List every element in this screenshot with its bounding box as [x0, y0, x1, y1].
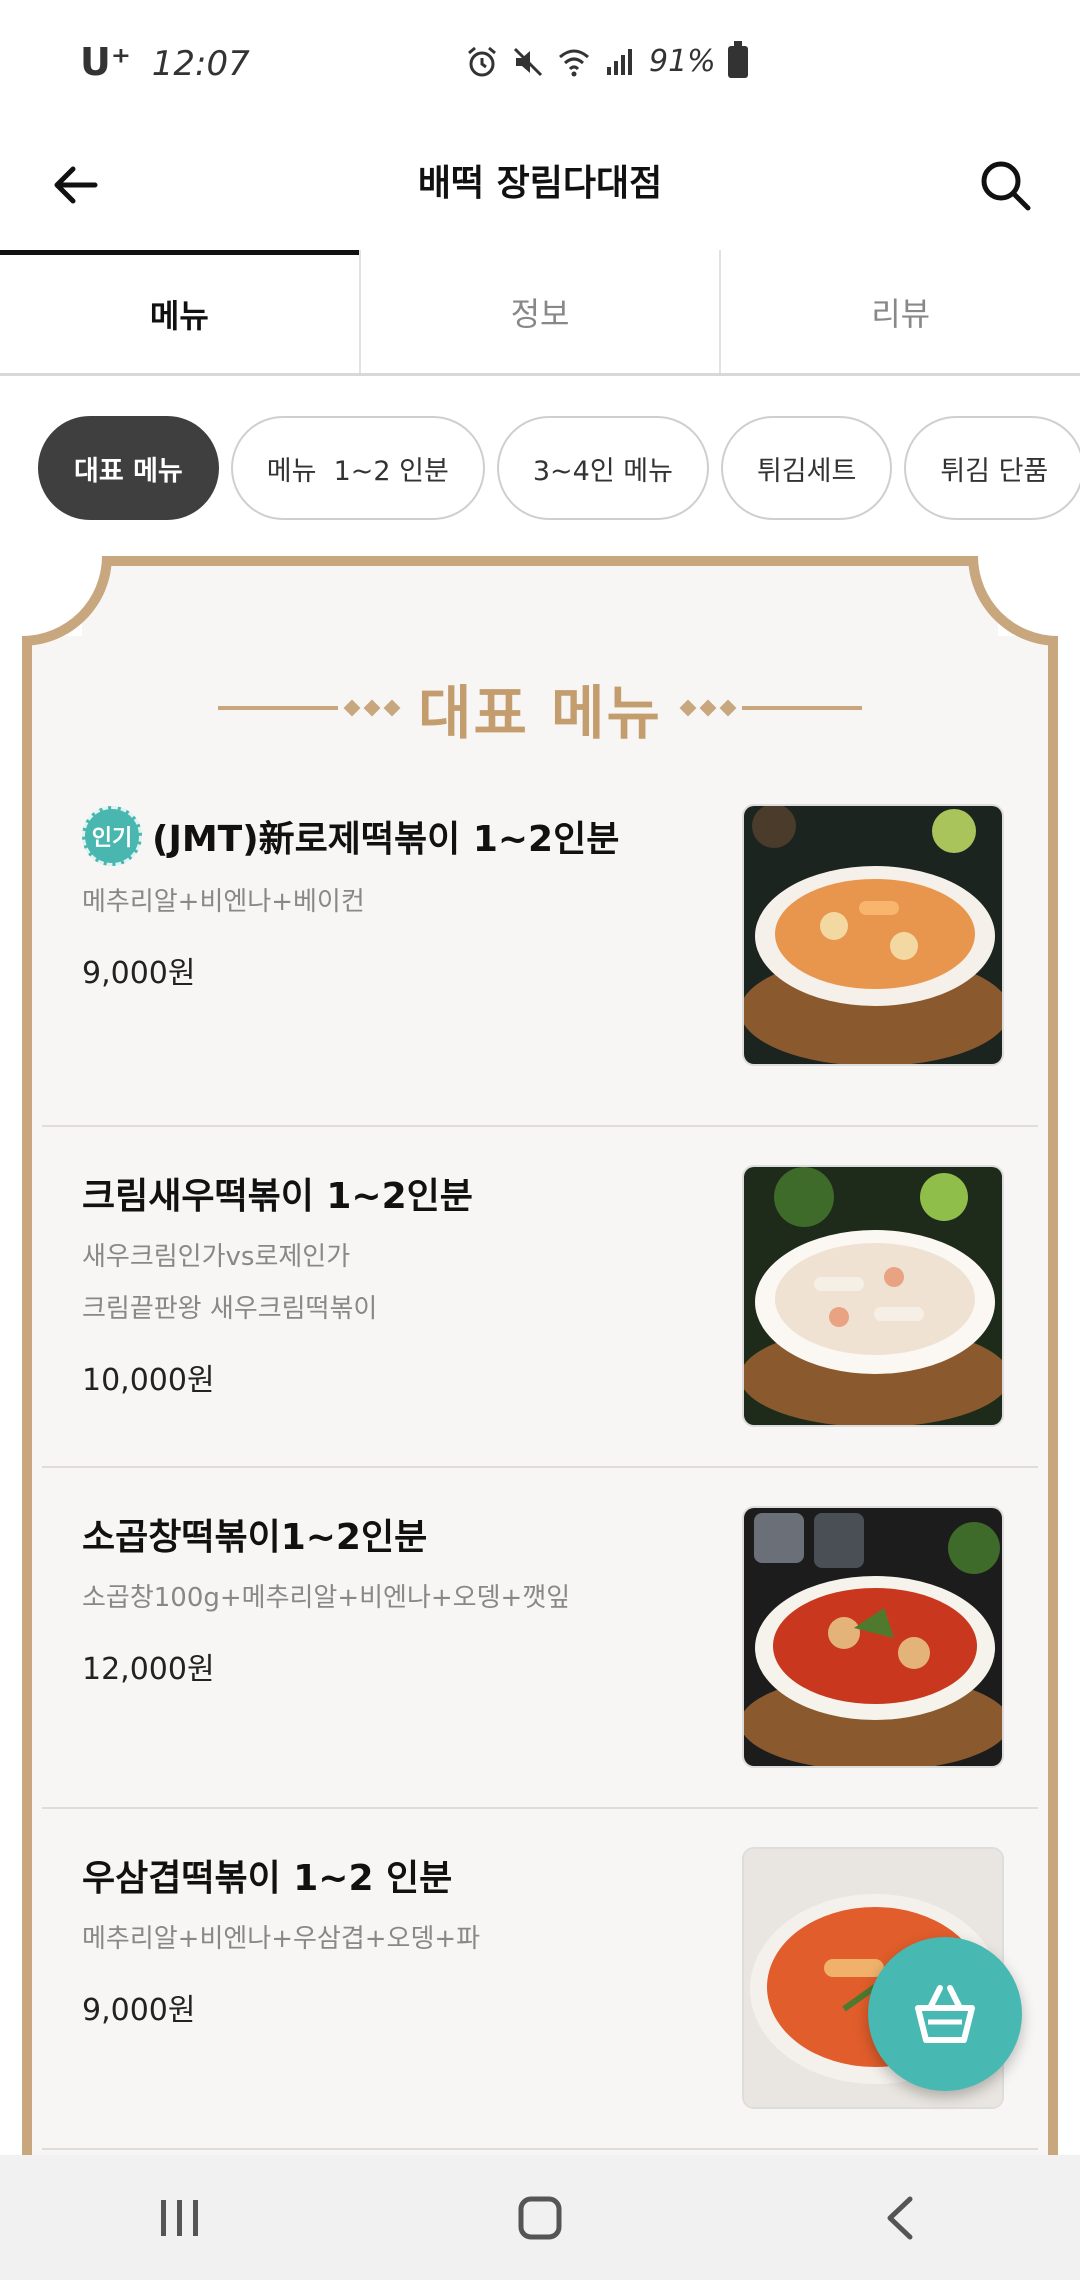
chevron-left-icon [887, 2196, 913, 2239]
cart-button[interactable] [868, 1937, 1022, 2091]
recent-apps-icon [161, 2199, 198, 2236]
chip-menu-3-4[interactable]: 3~4인 메뉴 [496, 416, 709, 520]
home-icon [518, 2196, 562, 2239]
menu-item-price: 9,000원 [82, 956, 196, 991]
chip-menu-1-2[interactable]: 메뉴 1~2 인분 [230, 416, 485, 520]
menu-item-list: 인기 (JMT)新로제떡볶이 1~2인분 메추리알+비엔나+베이컨 9,000원 [42, 786, 1038, 2150]
carrier-label: U⁺ [80, 40, 131, 84]
tab-menu[interactable]: 메뉴 [0, 250, 359, 373]
page-title: 배떡 장림다대점 [417, 163, 663, 204]
menu-item-desc-line: 새우크림인가vs로제인가 [82, 1242, 351, 1272]
mute-icon [511, 45, 545, 79]
clock: 12:07 [151, 44, 250, 84]
menu-item-title: 크림새우떡볶이 1~2인분 [82, 1176, 473, 1217]
category-chips: 대표 메뉴 메뉴 1~2 인분 3~4인 메뉴 튀김세트 튀김 단품 [38, 416, 1080, 522]
search-button[interactable] [970, 150, 1040, 220]
app-header: 배떡 장림다대점 [0, 120, 1080, 250]
menu-item[interactable]: 크림새우떡볶이 1~2인분 새우크림인가vs로제인가 크림끝판왕 새우크림떡볶이… [42, 1127, 1038, 1468]
menu-item-text: 크림새우떡볶이 1~2인분 새우크림인가vs로제인가 크림끝판왕 새우크림떡볶이… [82, 1167, 742, 1399]
menu-item-desc: 메추리알+비엔나+우삼겹+오뎅+파 [82, 1924, 481, 1954]
heading-ornament-right [679, 699, 862, 717]
panel-top-edge [82, 556, 998, 666]
menu-item-name: 인기 (JMT)新로제떡볶이 1~2인분 [82, 806, 742, 866]
menu-panel: 대표 메뉴 인기 (JMT)新로제떡볶이 1~2인분 메추리알+비엔나+베이컨 … [22, 556, 1058, 2216]
cream-shrimp-tteokbokki-photo [742, 1165, 1004, 1427]
home-button[interactable] [480, 2168, 600, 2268]
menu-item-price: 9,000원 [82, 1993, 196, 2028]
signal-icon [603, 45, 637, 79]
system-back-button[interactable] [840, 2168, 960, 2268]
section-heading: 대표 메뉴 [22, 666, 1058, 750]
menu-item-title: (JMT)新로제떡볶이 1~2인분 [152, 819, 620, 860]
menu-item-desc: 메추리알+비엔나+베이컨 [82, 887, 365, 917]
rose-tteokbokki-photo [742, 804, 1004, 1066]
menu-item-text: 소곱창떡볶이1~2인분 소곱창100g+메추리알+비엔나+오뎅+깻잎 12,00… [82, 1508, 742, 1688]
search-icon [981, 161, 1031, 211]
gopchang-tteokbokki-photo [742, 1506, 1004, 1768]
alarm-icon [465, 45, 499, 79]
tab-bar: 메뉴 정보 리뷰 [0, 250, 1080, 376]
system-nav-bar [0, 2155, 1080, 2280]
battery-icon [727, 40, 748, 78]
status-left: U⁺ 12:07 [80, 40, 250, 84]
recent-apps-button[interactable] [120, 2168, 240, 2268]
popular-badge: 인기 [82, 806, 142, 866]
menu-item-desc: 소곱창100g+메추리알+비엔나+오뎅+깻잎 [82, 1583, 571, 1613]
chip-fried-set[interactable]: 튀김세트 [720, 416, 893, 520]
menu-item-title: 소곱창떡볶이1~2인분 [82, 1517, 428, 1558]
menu-item-text: 우삼겹떡볶이 1~2 인분 메추리알+비엔나+우삼겹+오뎅+파 9,000원 [82, 1849, 742, 2029]
chip-representative-menu[interactable]: 대표 메뉴 [38, 416, 219, 520]
menu-item[interactable]: 인기 (JMT)新로제떡볶이 1~2인분 메추리알+비엔나+베이컨 9,000원 [42, 786, 1038, 1127]
status-bar: U⁺ 12:07 91% [0, 0, 1080, 120]
chip-fried-single[interactable]: 튀김 단품 [904, 416, 1080, 520]
status-icons: 91% [465, 40, 748, 79]
menu-item-text: 인기 (JMT)新로제떡볶이 1~2인분 메추리알+비엔나+베이컨 9,000원 [82, 806, 742, 992]
basket-icon [915, 1985, 975, 2043]
menu-item-price: 10,000원 [82, 1363, 215, 1398]
menu-item[interactable]: 소곱창떡볶이1~2인분 소곱창100g+메추리알+비엔나+오뎅+깻잎 12,00… [42, 1468, 1038, 1809]
menu-item-price: 12,000원 [82, 1652, 215, 1687]
battery-percent: 91% [649, 44, 716, 79]
menu-item-desc-line: 크림끝판왕 새우크림떡볶이 [82, 1294, 378, 1324]
section-title: 대표 메뉴 [418, 679, 662, 747]
wifi-icon [557, 45, 591, 79]
heading-ornament-left [218, 699, 401, 717]
tab-reviews[interactable]: 리뷰 [719, 250, 1080, 373]
menu-item-title: 우삼겹떡볶이 1~2 인분 [82, 1858, 453, 1899]
tab-info[interactable]: 정보 [358, 250, 720, 373]
